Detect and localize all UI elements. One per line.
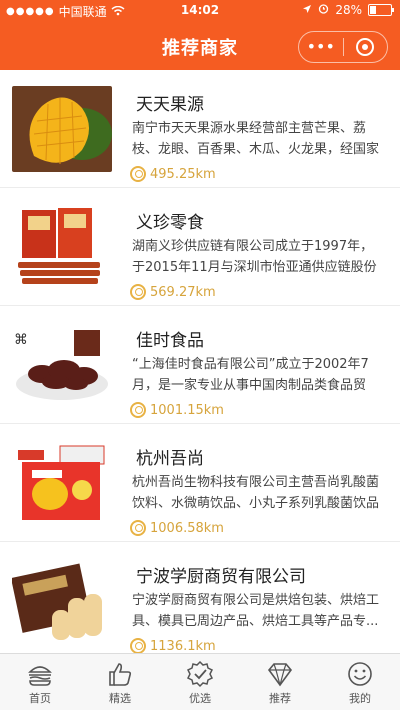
merchant-distance: 1006.58km (130, 520, 224, 536)
tab-label: 首页 (29, 692, 51, 705)
burger-icon (28, 666, 52, 686)
merchant-name: 义珍零食 (136, 213, 204, 233)
location-pin-icon (130, 638, 146, 654)
merchant-distance: 569.27km (130, 284, 216, 300)
merchant-thumbnail-spicy-snack (12, 204, 112, 290)
badge-check-icon (186, 660, 214, 688)
location-pin-icon (130, 402, 146, 418)
tab-preferred[interactable]: 优选 (160, 654, 240, 710)
merchant-description: “上海佳时食品有限公司”成立于2002年7月，是一家专业从事中国肉制品类食品贸易… (132, 357, 369, 393)
merchant-thumbnail-mango (12, 86, 112, 172)
merchant-item[interactable]: ⌘ 佳时食品 “上海佳时食品有限公司”成立于2002年7月，是一家专业从事中国肉… (0, 306, 400, 424)
merchant-thumbnail-cookies (12, 558, 112, 644)
merchant-item[interactable]: 杭州吾尚 杭州吾尚生物科技有限公司主营吾尚乳酸菌饮料、水微萌饮品、小丸子系列乳酸… (0, 424, 400, 542)
battery-icon (368, 4, 394, 16)
merchant-item[interactable]: 天天果源 南宁市天天果源水果经营部主营芒果、荔枝、龙眼、百香果、木瓜、火龙果，经… (0, 70, 400, 188)
merchant-name: 杭州吾尚 (136, 449, 204, 469)
merchant-name: 天天果源 (136, 95, 204, 115)
tab-label: 优选 (189, 692, 211, 705)
svg-text:⌘: ⌘ (14, 332, 28, 348)
close-circle-icon (356, 38, 375, 56)
tab-recommend[interactable]: 推荐 (240, 654, 320, 710)
location-pin-icon (130, 166, 146, 182)
merchant-name: 宁波学厨商贸有限公司 (136, 567, 306, 587)
diamond-icon (267, 663, 293, 687)
status-right-group: 28% (302, 3, 394, 17)
merchant-distance: 495.25km (130, 166, 216, 182)
merchant-thumbnail-jerky: ⌘ (12, 322, 112, 408)
merchant-item[interactable]: 义珍零食 湖南义珍供应链有限公司成立于1997年，于2015年11月与深圳市怡亚… (0, 188, 400, 306)
distance-value: 1001.15km (150, 402, 224, 418)
distance-value: 1006.58km (150, 520, 224, 536)
merchant-name: 佳时食品 (136, 331, 204, 351)
distance-value: 495.25km (150, 166, 216, 182)
merchant-thumbnail-drink-box (12, 440, 112, 526)
more-button[interactable]: ••• (299, 32, 343, 62)
merchant-distance: 1001.15km (130, 402, 224, 418)
smiley-icon (348, 662, 372, 686)
alarm-icon (318, 3, 329, 17)
distance-value: 1136.1km (150, 638, 216, 654)
merchant-description: 湖南义珍供应链有限公司成立于1997年，于2015年11月与深圳市怡亚通供应链股… (132, 239, 377, 275)
merchant-description: 宁波学厨商贸有限公司是烘焙包装、烘焙工具、模具已周边产品、烘焙工具等产品专... (132, 593, 380, 629)
tab-label: 推荐 (269, 692, 291, 705)
merchant-list: 天天果源 南宁市天天果源水果经营部主营芒果、荔枝、龙眼、百香果、木瓜、火龙果，经… (0, 70, 400, 660)
merchant-description: 杭州吾尚生物科技有限公司主营吾尚乳酸菌饮料、水微萌饮品、小丸子系列乳酸菌饮品等。 (132, 475, 380, 511)
tab-mine[interactable]: 我的 (320, 654, 400, 710)
merchant-description: 南宁市天天果源水果经营部主营芒果、荔枝、龙眼、百香果、木瓜、火龙果，经国家工商.… (132, 121, 380, 157)
status-bar: ●●●●● 中国联通 14:02 28% (0, 0, 400, 22)
tab-label: 我的 (349, 692, 371, 705)
merchant-distance: 1136.1km (130, 638, 216, 654)
tab-featured[interactable]: 精选 (80, 654, 160, 710)
battery-percent: 28% (335, 3, 362, 17)
location-arrow-icon (302, 3, 312, 17)
tab-home[interactable]: 首页 (0, 654, 80, 710)
thumbs-up-icon (109, 663, 132, 686)
close-button[interactable] (344, 38, 388, 56)
nav-bar: 推荐商家 ••• (0, 22, 400, 70)
distance-value: 569.27km (150, 284, 216, 300)
tab-label: 精选 (109, 692, 131, 705)
merchant-item[interactable]: 宁波学厨商贸有限公司 宁波学厨商贸有限公司是烘焙包装、烘焙工具、模具已周边产品、… (0, 542, 400, 660)
bottom-tab-bar: 首页 精选 优选 推荐 我的 (0, 653, 400, 710)
location-pin-icon (130, 520, 146, 536)
location-pin-icon (130, 284, 146, 300)
miniprogram-capsule: ••• (298, 31, 388, 63)
